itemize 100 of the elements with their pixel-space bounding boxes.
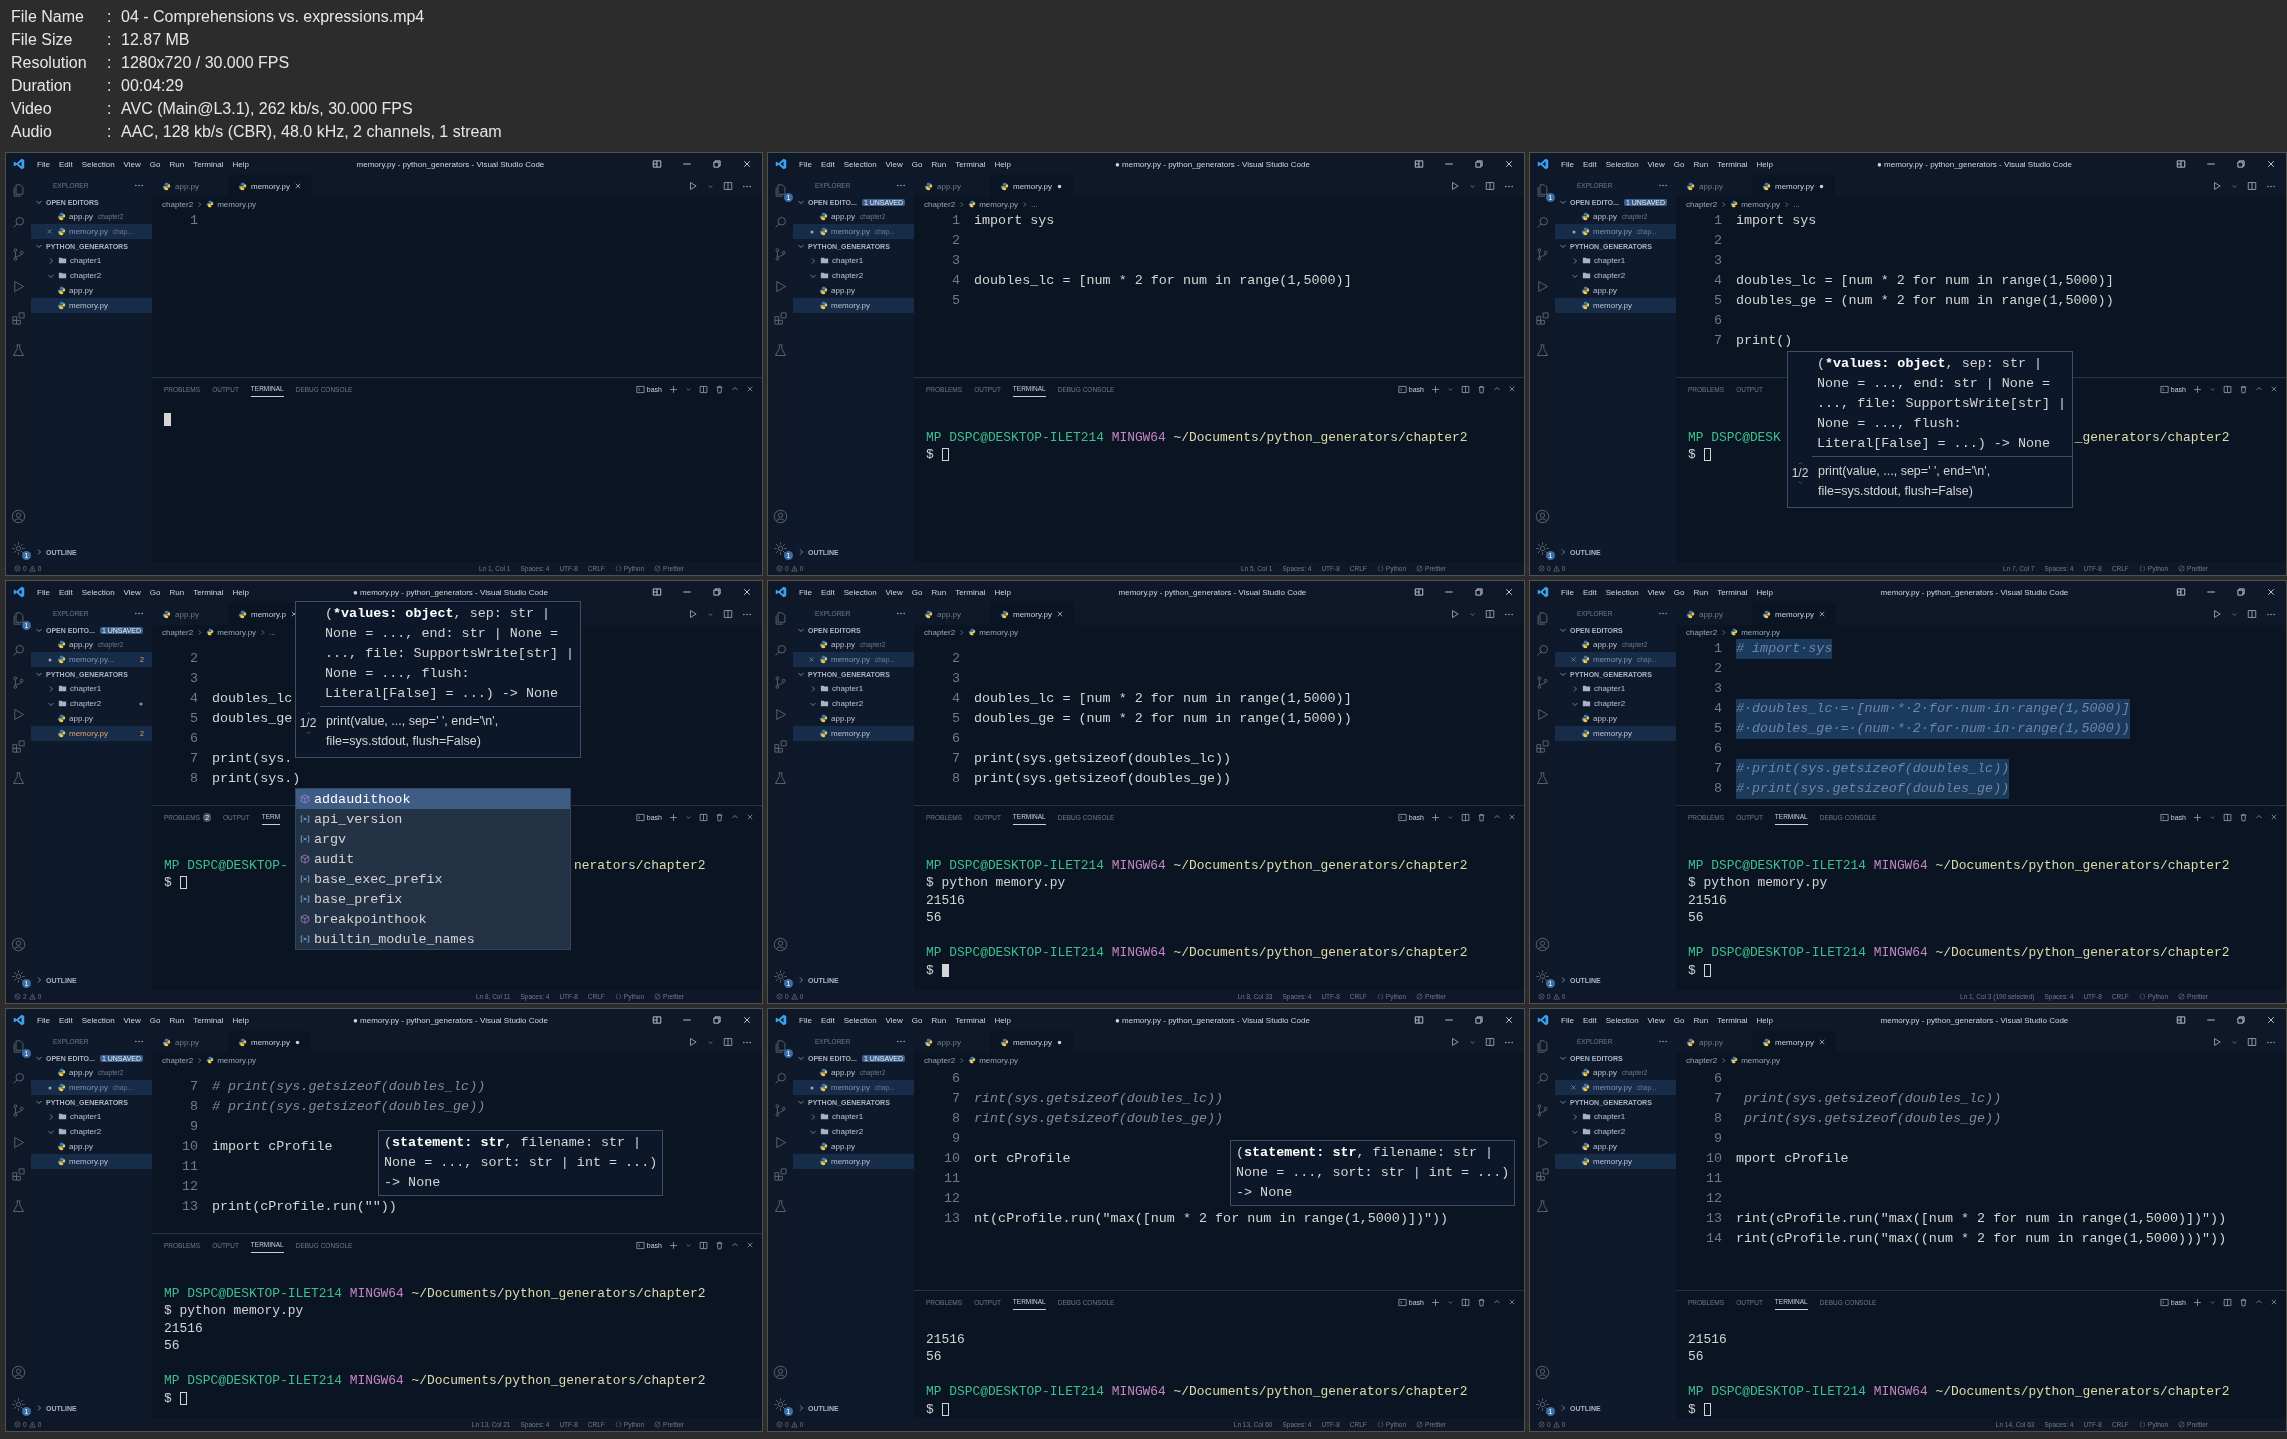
editor-tab[interactable]: memory.py <box>1752 1031 1836 1053</box>
editor-tab[interactable]: app.py <box>152 1031 228 1053</box>
minimize-icon[interactable] <box>682 590 692 594</box>
minimize-icon[interactable] <box>1444 590 1454 594</box>
menu-item[interactable]: Help <box>1756 587 1773 597</box>
tree-entry[interactable]: app.py <box>1555 283 1676 298</box>
menu-item[interactable]: Selection <box>1605 587 1639 597</box>
account-icon[interactable] <box>1535 509 1550 524</box>
play-icon[interactable] <box>1535 279 1550 294</box>
menu-item[interactable]: Edit <box>58 159 73 169</box>
split-editor-icon[interactable] <box>723 181 733 191</box>
editor-tab[interactable]: app.py <box>914 1031 990 1053</box>
menu-item[interactable]: Terminal <box>193 587 224 597</box>
menu-item[interactable]: View <box>1647 159 1665 169</box>
split-editor-icon[interactable] <box>2247 181 2257 191</box>
layout-icon[interactable] <box>2176 587 2186 597</box>
files-icon[interactable] <box>11 611 26 626</box>
tree-folder[interactable]: chapter1 <box>1555 681 1676 696</box>
tree-entry[interactable]: memory.py <box>31 1154 152 1169</box>
restore-icon[interactable] <box>712 159 722 169</box>
menu-item[interactable]: Help <box>994 587 1011 597</box>
run-icon[interactable] <box>688 181 698 191</box>
completion-item[interactable]: base_exec_prefix <box>296 869 570 889</box>
more-icon[interactable] <box>1504 612 1514 616</box>
tree-entry[interactable]: app.py <box>31 711 152 726</box>
split-editor-icon[interactable] <box>2247 609 2257 619</box>
search-icon[interactable] <box>773 1071 788 1086</box>
account-icon[interactable] <box>11 1365 26 1380</box>
menu-item[interactable]: Edit <box>1582 1015 1597 1025</box>
search-icon[interactable] <box>773 215 788 230</box>
layout-icon[interactable] <box>652 1015 662 1025</box>
editor-tab[interactable]: app.py <box>152 175 228 197</box>
close-icon[interactable] <box>1508 385 1516 393</box>
play-icon[interactable] <box>11 279 26 294</box>
files-icon[interactable] <box>773 1039 788 1054</box>
menu-item[interactable]: Terminal <box>1717 587 1748 597</box>
breadcrumb-item[interactable]: chapter2 <box>1686 1055 1718 1065</box>
menu-item[interactable]: Go <box>911 1015 923 1025</box>
menu-item[interactable]: Edit <box>58 587 73 597</box>
extensions-icon[interactable] <box>1535 311 1550 326</box>
source-control-icon[interactable] <box>11 675 26 690</box>
close-icon[interactable] <box>746 1241 754 1249</box>
trash-icon[interactable] <box>1477 384 1486 394</box>
play-icon[interactable] <box>1535 1135 1550 1150</box>
files-icon[interactable] <box>11 1039 26 1054</box>
menu-item[interactable]: Selection <box>1605 1015 1639 1025</box>
close-icon[interactable] <box>1504 587 1514 597</box>
menu-item[interactable]: File <box>799 1015 812 1025</box>
account-icon[interactable] <box>1535 937 1550 952</box>
more-icon[interactable] <box>2266 184 2276 188</box>
more-icon[interactable] <box>1504 184 1514 188</box>
more-icon[interactable] <box>2266 612 2276 616</box>
breadcrumb-item[interactable]: memory.py <box>968 627 1019 637</box>
menu-item[interactable]: Help <box>232 587 249 597</box>
menu-item[interactable]: Selection <box>81 159 115 169</box>
caret-icon[interactable] <box>1469 182 1476 190</box>
minimize-icon[interactable] <box>2206 590 2216 594</box>
source-control-icon[interactable] <box>773 675 788 690</box>
restore-icon[interactable] <box>712 587 722 597</box>
close-icon[interactable] <box>2270 1298 2278 1306</box>
flask-icon[interactable] <box>11 1199 26 1214</box>
menu-item[interactable]: File <box>37 159 50 169</box>
more-icon[interactable] <box>742 184 752 188</box>
trash-icon[interactable] <box>2239 384 2248 394</box>
layout-icon[interactable] <box>2176 159 2186 169</box>
play-icon[interactable] <box>11 1135 26 1150</box>
split-terminal-icon[interactable] <box>1461 1297 1470 1307</box>
more-icon[interactable] <box>1658 183 1668 187</box>
editor-tab[interactable]: memory.py <box>990 1031 1073 1053</box>
tree-entry[interactable]: memory.py <box>793 1154 914 1169</box>
menu-item[interactable]: Run <box>1693 587 1709 597</box>
trash-icon[interactable] <box>1477 812 1486 822</box>
flask-icon[interactable] <box>1535 343 1550 358</box>
more-icon[interactable] <box>896 183 906 187</box>
minimize-icon[interactable] <box>1444 162 1454 166</box>
editor-tab[interactable]: app.py <box>1676 1031 1752 1053</box>
menu-item[interactable]: Terminal <box>1717 1015 1748 1025</box>
trash-icon[interactable] <box>2239 1297 2248 1307</box>
close-icon[interactable] <box>2270 385 2278 393</box>
chevron-down-icon[interactable] <box>304 730 312 735</box>
settings-icon[interactable] <box>1535 1397 1550 1412</box>
tree-entry[interactable]: memory.py <box>1555 726 1676 741</box>
run-icon[interactable] <box>1450 1037 1460 1047</box>
close-icon[interactable] <box>1504 159 1514 169</box>
play-icon[interactable] <box>773 279 788 294</box>
menu-item[interactable]: Run <box>931 1015 947 1025</box>
menu-item[interactable]: Go <box>149 587 161 597</box>
menu-item[interactable]: View <box>123 1015 141 1025</box>
editor-tab[interactable]: memory.py <box>990 175 1073 197</box>
more-icon[interactable] <box>134 1039 144 1043</box>
caret-icon[interactable] <box>2231 610 2238 618</box>
search-icon[interactable] <box>11 215 26 230</box>
tree-entry[interactable]: memory.py <box>793 726 914 741</box>
close-icon[interactable] <box>1504 1015 1514 1025</box>
run-icon[interactable] <box>2212 609 2222 619</box>
tree-folder[interactable]: chapter2 <box>1555 268 1676 283</box>
files-icon[interactable] <box>1535 611 1550 626</box>
tree-folder[interactable]: chapter1 <box>1555 253 1676 268</box>
restore-icon[interactable] <box>2236 159 2246 169</box>
caret-icon[interactable] <box>685 813 692 821</box>
